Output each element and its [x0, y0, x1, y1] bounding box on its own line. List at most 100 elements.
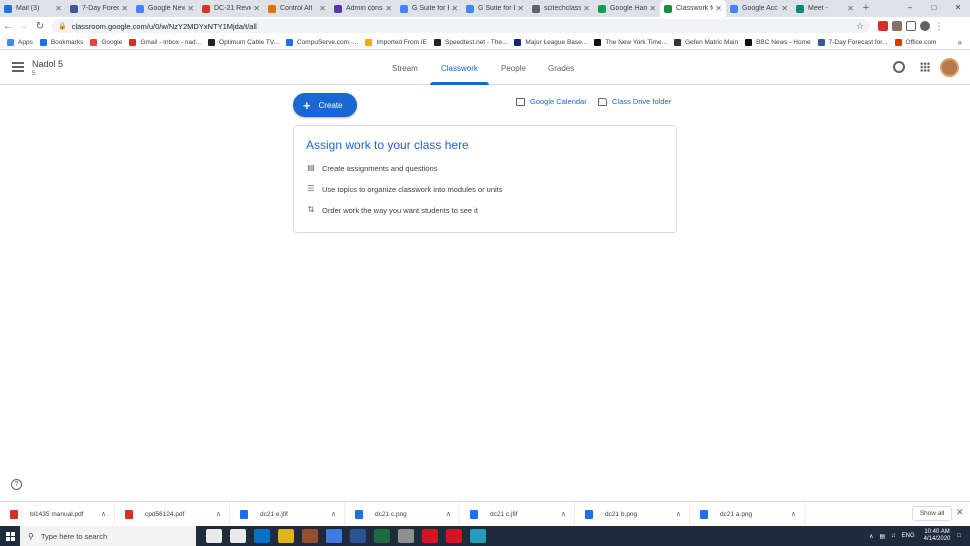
- close-tab-icon[interactable]: ✕: [253, 4, 260, 13]
- taskbar-app-icon[interactable]: [350, 529, 366, 543]
- avatar[interactable]: [940, 58, 959, 77]
- taskbar-app-icon[interactable]: [230, 529, 246, 543]
- browser-tab[interactable]: G Suite for E ✕: [396, 0, 462, 17]
- bookmark-item[interactable]: Imported From IE: [365, 38, 427, 46]
- chevron-up-icon[interactable]: ∧: [331, 510, 336, 518]
- url-field[interactable]: 🔒 classroom.google.com/u/0/w/NzY2MDYxNTY…: [52, 19, 870, 33]
- more-bookmarks-icon[interactable]: »: [958, 38, 962, 47]
- language-indicator[interactable]: ENG: [902, 533, 915, 539]
- browser-tab[interactable]: Mail (3) ✕: [0, 0, 66, 17]
- bookmark-item[interactable]: Speedtest.net - The...: [434, 38, 507, 46]
- browser-tab[interactable]: Classwork fo ✕: [660, 0, 726, 17]
- bookmark-item[interactable]: Gmail - Inbox - nad...: [129, 38, 201, 46]
- menu-icon[interactable]: ⋮: [934, 21, 944, 31]
- class-drive-folder-button[interactable]: Class Drive folder: [598, 97, 671, 106]
- show-all-downloads-button[interactable]: Show all: [912, 506, 952, 521]
- download-item[interactable]: dc21 a.png ∧: [690, 501, 805, 527]
- browser-tab[interactable]: Google Acc ✕: [726, 0, 792, 17]
- windows-start-icon[interactable]: [0, 526, 20, 546]
- settings-gear-icon[interactable]: [893, 61, 905, 73]
- bookmark-item[interactable]: 7-Day Forecast for...: [817, 38, 888, 46]
- network-icon[interactable]: ▤: [879, 533, 885, 540]
- browser-tab[interactable]: G Suite for E ✕: [462, 0, 528, 17]
- google-apps-icon[interactable]: [920, 62, 930, 72]
- close-tab-icon[interactable]: ✕: [517, 4, 524, 13]
- chevron-up-icon[interactable]: ∧: [446, 510, 451, 518]
- taskbar-app-icon[interactable]: [206, 529, 222, 543]
- new-tab-icon[interactable]: +: [858, 0, 874, 17]
- download-item[interactable]: bl1435 manual.pdf ∧: [0, 501, 115, 527]
- taskbar-search[interactable]: ⚲ Type here to search: [20, 526, 196, 546]
- chevron-up-icon[interactable]: ∧: [791, 510, 796, 518]
- bookmark-item[interactable]: Gefen Matric Main: [673, 38, 738, 46]
- bookmark-item[interactable]: BBC News - Home: [745, 38, 811, 46]
- taskbar-app-icon[interactable]: [278, 529, 294, 543]
- taskbar-app-icon[interactable]: [302, 529, 318, 543]
- bookmark-item[interactable]: Office.com: [894, 38, 936, 46]
- close-tab-icon[interactable]: ✕: [649, 4, 656, 13]
- close-tab-icon[interactable]: ✕: [715, 4, 722, 13]
- close-tab-icon[interactable]: ✕: [847, 4, 854, 13]
- taskbar-app-icon[interactable]: [398, 529, 414, 543]
- download-item[interactable]: dc21 b.png ∧: [575, 501, 690, 527]
- tab-grades[interactable]: Grades: [548, 64, 574, 73]
- close-window-icon[interactable]: ✕: [946, 0, 970, 17]
- reload-icon[interactable]: ↻: [32, 21, 48, 32]
- close-tab-icon[interactable]: ✕: [385, 4, 392, 13]
- chevron-up-icon[interactable]: ∧: [676, 510, 681, 518]
- download-item[interactable]: dc21 c.jfif ∧: [460, 501, 575, 527]
- close-tab-icon[interactable]: ✕: [319, 4, 326, 13]
- chevron-up-icon[interactable]: ∧: [869, 533, 873, 540]
- help-icon[interactable]: ?: [11, 479, 22, 490]
- browser-tab[interactable]: Google Han ✕: [594, 0, 660, 17]
- profile-icon[interactable]: [920, 21, 930, 31]
- volume-icon[interactable]: ♫: [891, 533, 896, 539]
- download-item[interactable]: cpd56124.pdf ∧: [115, 501, 230, 527]
- taskbar-app-icon[interactable]: [446, 529, 462, 543]
- google-calendar-button[interactable]: Google Calendar: [516, 97, 587, 106]
- taskbar-app-icon[interactable]: [374, 529, 390, 543]
- close-tab-icon[interactable]: ✕: [187, 4, 194, 13]
- taskbar-app-icon[interactable]: [422, 529, 438, 543]
- bookmark-item[interactable]: Bookmarks: [39, 38, 83, 46]
- back-icon[interactable]: ←: [0, 21, 16, 32]
- close-tab-icon[interactable]: ✕: [121, 4, 128, 13]
- taskbar-app-icon[interactable]: [326, 529, 342, 543]
- browser-tab[interactable]: DC-21 Revie ✕: [198, 0, 264, 17]
- close-tab-icon[interactable]: ✕: [781, 4, 788, 13]
- browser-tab[interactable]: Meet - ✕: [792, 0, 858, 17]
- notifications-icon[interactable]: □: [957, 533, 961, 539]
- bookmark-item[interactable]: The New York Time...: [594, 38, 667, 46]
- main-menu-icon[interactable]: [12, 62, 24, 72]
- close-tab-icon[interactable]: ✕: [583, 4, 590, 13]
- bookmark-item[interactable]: Major League Base...: [514, 38, 587, 46]
- bookmark-star-icon[interactable]: ☆: [856, 21, 864, 32]
- bookmark-item[interactable]: Apps: [7, 38, 33, 46]
- close-tab-icon[interactable]: ✕: [55, 4, 62, 13]
- close-downloads-icon[interactable]: ✕: [956, 507, 964, 518]
- browser-tab[interactable]: Google New ✕: [132, 0, 198, 17]
- extension-icon[interactable]: [878, 21, 888, 31]
- tab-stream[interactable]: Stream: [392, 64, 418, 73]
- clock[interactable]: 10:40 AM 4/14/2020: [924, 529, 951, 543]
- bookmark-item[interactable]: Optimum Cable TV...: [208, 38, 279, 46]
- download-item[interactable]: dc21 c.png ∧: [345, 501, 460, 527]
- maximize-icon[interactable]: □: [922, 0, 946, 17]
- browser-tab[interactable]: Control Alt ✕: [264, 0, 330, 17]
- create-button[interactable]: + Create: [293, 93, 357, 117]
- bookmark-item[interactable]: CompuServe.com -...: [286, 38, 358, 46]
- chevron-up-icon[interactable]: ∧: [101, 510, 106, 518]
- class-name[interactable]: Nadol 5: [32, 59, 63, 69]
- tab-classwork[interactable]: Classwork: [441, 64, 478, 73]
- browser-tab[interactable]: Admin conso ✕: [330, 0, 396, 17]
- chevron-up-icon[interactable]: ∧: [216, 510, 221, 518]
- taskbar-app-icon[interactable]: [470, 529, 486, 543]
- extension-icon[interactable]: [892, 21, 902, 31]
- browser-tab[interactable]: scitechclass ✕: [528, 0, 594, 17]
- media-icon[interactable]: [906, 21, 916, 31]
- chevron-up-icon[interactable]: ∧: [561, 510, 566, 518]
- minimize-icon[interactable]: –: [898, 0, 922, 17]
- browser-tab[interactable]: 7-Day Forec ✕: [66, 0, 132, 17]
- download-item[interactable]: dc21 e.jfif ∧: [230, 501, 345, 527]
- taskbar-app-icon[interactable]: [254, 529, 270, 543]
